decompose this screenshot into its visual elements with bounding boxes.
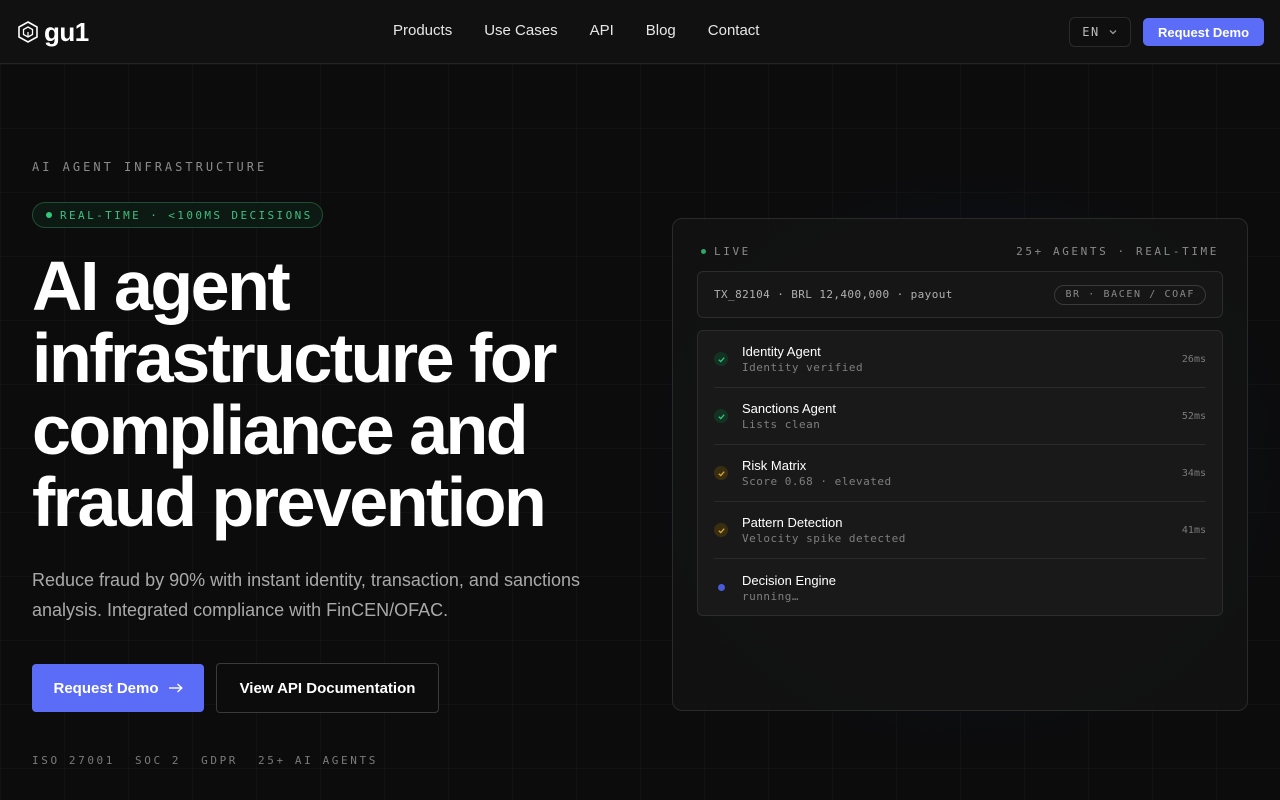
check-icon — [714, 409, 728, 423]
badge-gdpr: GDPR — [201, 754, 239, 767]
realtime-pill: REAL-TIME · <100MS DECISIONS — [32, 202, 323, 228]
nav-blog[interactable]: Blog — [646, 22, 676, 39]
live-label: LIVE — [714, 245, 751, 258]
agent-latency: 52ms — [1181, 410, 1206, 422]
hexagon-logo-icon — [18, 21, 38, 43]
logo-text: gu1 — [44, 16, 89, 47]
warning-check-icon — [714, 523, 728, 537]
agent-status-text: running… — [742, 589, 799, 603]
request-demo-label: Request Demo — [53, 679, 159, 697]
header-request-demo-button[interactable]: Request Demo — [1143, 18, 1264, 46]
agent-status-text: Score 0.68 · elevated — [742, 475, 892, 488]
transaction-card: TX_82104 · BRL 12,400,000 · payout BR · … — [697, 271, 1223, 318]
nav-api[interactable]: API — [590, 22, 614, 39]
request-demo-button[interactable]: Request Demo — [32, 664, 204, 712]
panel-header: LIVE 25+ AGENTS · REAL-TIME — [701, 245, 1219, 258]
hero-subtext: Reduce fraud by 90% with instant identit… — [32, 570, 580, 620]
list-item: Sanctions Agent Lists clean 52ms — [714, 388, 1206, 445]
arrow-right-icon — [168, 683, 183, 693]
view-api-docs-button[interactable]: View API Documentation — [216, 663, 439, 713]
nav-contact[interactable]: Contact — [708, 22, 760, 39]
live-dot-icon — [701, 249, 706, 254]
list-item: Identity Agent Identity verified 26ms — [714, 331, 1206, 388]
live-indicator: LIVE — [701, 245, 751, 258]
agent-status-text: Velocity spike detected — [742, 532, 906, 545]
list-item: Decision Engine running… — [714, 559, 1206, 616]
language-label: EN — [1082, 25, 1100, 39]
agent-status-text: Identity verified — [742, 361, 864, 374]
nav-products[interactable]: Products — [393, 22, 452, 39]
language-selector[interactable]: EN — [1069, 17, 1131, 47]
list-item: Risk Matrix Score 0.68 · elevated 34ms — [714, 445, 1206, 502]
badge-agents: 25+ AI AGENTS — [258, 754, 378, 767]
list-item: Pattern Detection Velocity spike detecte… — [714, 502, 1206, 559]
chevron-down-icon — [1109, 30, 1117, 35]
status-dot-icon — [46, 212, 52, 218]
agent-name: Sanctions Agent — [742, 401, 836, 416]
agent-list: Identity Agent Identity verified 26ms Sa… — [697, 330, 1223, 616]
hero-eyebrow: AI AGENT INFRASTRUCTURE — [32, 160, 268, 174]
check-icon — [714, 352, 728, 366]
realtime-pill-label: REAL-TIME · <100MS DECISIONS — [60, 208, 313, 222]
panel-meta: 25+ AGENTS · REAL-TIME — [1016, 245, 1219, 258]
logo[interactable]: gu1 — [18, 16, 89, 48]
agent-name: Decision Engine — [742, 572, 836, 588]
agent-latency: 34ms — [1181, 467, 1206, 479]
agent-name: Identity Agent — [742, 344, 821, 359]
running-dot-icon — [714, 581, 728, 595]
agent-latency: 26ms — [1181, 353, 1206, 365]
nav-use-cases[interactable]: Use Cases — [484, 22, 557, 39]
main-nav: Products Use Cases API Blog Contact — [393, 22, 759, 39]
warning-check-icon — [714, 466, 728, 480]
transaction-text: TX_82104 · BRL 12,400,000 · payout — [714, 288, 953, 301]
agent-status-text: Lists clean — [742, 418, 821, 431]
badge-iso: ISO 27001 — [32, 754, 116, 767]
agent-name: Risk Matrix — [742, 458, 807, 473]
compliance-badges: ISO 27001 SOC 2 GDPR 25+ AI AGENTS — [32, 754, 378, 767]
region-tag: BR · BACEN / COAF — [1054, 284, 1206, 305]
agent-name: Pattern Detection — [742, 515, 843, 530]
agent-latency: 41ms — [1181, 524, 1206, 536]
badge-soc2: SOC 2 — [135, 754, 182, 767]
hero-headline: AI agent infrastructure for compliance a… — [32, 247, 557, 541]
live-agents-panel: LIVE 25+ AGENTS · REAL-TIME TX_82104 · B… — [672, 218, 1248, 711]
site-header: gu1 Products Use Cases API Blog Contact … — [0, 0, 1280, 64]
